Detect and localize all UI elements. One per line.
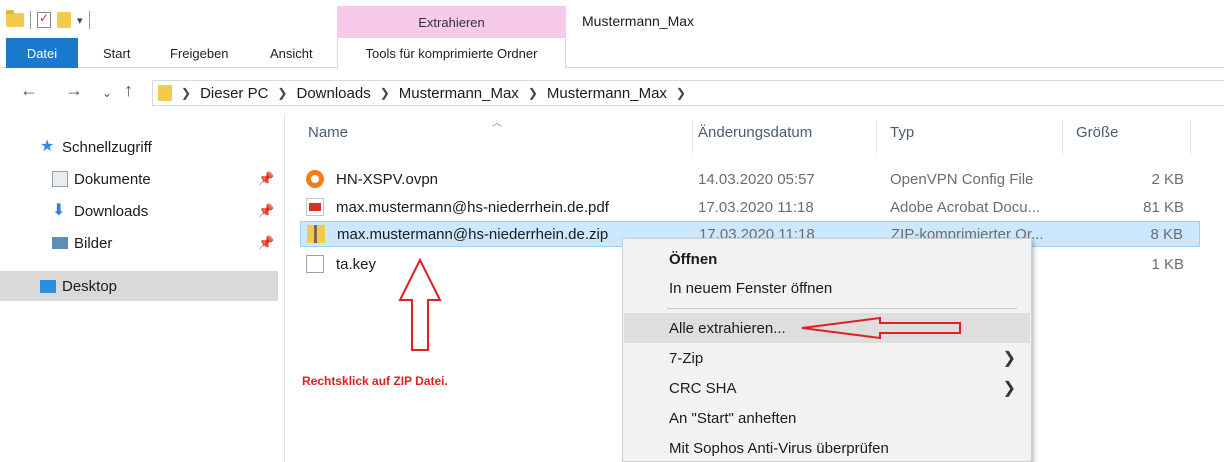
column-header-size[interactable]: Größe — [1076, 124, 1119, 141]
openvpn-icon — [306, 170, 324, 188]
file-size: 8 KB — [1150, 225, 1183, 243]
menu-separator — [667, 308, 1017, 309]
menu-item-label: In neuem Fenster öffnen — [669, 279, 833, 297]
file-name: HN-XSPV.ovpn — [336, 170, 438, 188]
breadcrumb-downloads[interactable]: Downloads — [296, 85, 370, 102]
sidebar-item-schnellzugriff[interactable]: ★ Schnellzugriff — [0, 132, 278, 162]
pdf-icon — [306, 198, 324, 216]
toolbar-divider — [30, 11, 31, 29]
pictures-icon — [52, 237, 68, 249]
file-date: 14.03.2020 05:57 — [698, 170, 815, 188]
menu-item-in-neuem-fenster[interactable]: In neuem Fenster öffnen — [624, 273, 1030, 303]
menu-item-crc-sha[interactable]: CRC SHA ❯ — [624, 373, 1030, 403]
file-size: 2 KB — [1151, 170, 1184, 188]
context-menu: Öffnen In neuem Fenster öffnen Alle extr… — [622, 238, 1032, 462]
column-divider[interactable] — [1062, 120, 1063, 154]
properties-icon[interactable] — [37, 11, 51, 28]
breadcrumb-dieser-pc[interactable]: Dieser PC — [200, 85, 268, 102]
customize-toolbar-icon[interactable]: ▾ — [77, 14, 83, 27]
breadcrumb-mustermann-max-current[interactable]: Mustermann_Max — [547, 85, 667, 102]
menu-item-an-start-anheften[interactable]: An "Start" anheften — [624, 403, 1030, 433]
window-title: Mustermann_Max — [582, 13, 695, 29]
annotation-arrow-left-icon — [801, 316, 961, 340]
sidebar-item-downloads[interactable]: ⬇ Downloads 📌 — [0, 196, 278, 226]
title-bar: ▾ Extrahieren Mustermann_Max — [0, 0, 1224, 38]
tab-freigeben[interactable]: Freigeben — [170, 38, 229, 68]
sidebar-item-label: Dokumente — [74, 170, 151, 188]
navigation-pane: ★ Schnellzugriff Dokumente 📌 ⬇ Downloads… — [0, 114, 285, 462]
chevron-right-icon[interactable]: ❯ — [676, 86, 686, 100]
chevron-right-icon[interactable]: ❯ — [181, 86, 191, 100]
annotation-text: Rechtsklick auf ZIP Datei. — [302, 374, 448, 388]
forward-arrow-icon[interactable]: → — [65, 80, 83, 100]
menu-item-label: Mit Sophos Anti-Virus überprüfen — [669, 439, 889, 457]
file-size: 81 KB — [1143, 198, 1184, 216]
breadcrumb-mustermann-max[interactable]: Mustermann_Max — [399, 85, 519, 102]
folder-icon — [158, 85, 172, 101]
sidebar-item-label: Downloads — [74, 202, 149, 220]
chevron-right-icon[interactable]: ❯ — [528, 86, 538, 100]
sidebar-item-dokumente[interactable]: Dokumente 📌 — [0, 164, 278, 194]
file-icon — [306, 255, 324, 273]
up-arrow-icon[interactable]: ↑ — [124, 80, 133, 100]
file-row[interactable]: HN-XSPV.ovpn 14.03.2020 05:57 OpenVPN Co… — [300, 166, 1200, 192]
menu-item-sophos-scan[interactable]: Mit Sophos Anti-Virus überprüfen — [624, 433, 1030, 462]
menu-item-oeffnen[interactable]: Öffnen — [624, 244, 1030, 274]
menu-item-label: Alle extrahieren... — [669, 319, 786, 337]
file-type: OpenVPN Config File — [890, 170, 1034, 188]
file-date: 17.03.2020 11:18 — [698, 198, 814, 216]
tab-tools-komprimierte-ordner[interactable]: Tools für komprimierte Ordner — [337, 38, 566, 69]
chevron-right-icon: ❯ — [1002, 350, 1016, 367]
pin-icon[interactable]: 📌 — [258, 235, 274, 251]
column-divider[interactable] — [692, 120, 693, 154]
ribbon-tabs: Datei Start Freigeben Ansicht Tools für … — [0, 38, 1224, 69]
menu-item-7zip[interactable]: 7-Zip ❯ — [624, 343, 1030, 373]
address-bar[interactable]: ❯ Dieser PC ❯ Downloads ❯ Mustermann_Max… — [152, 80, 1224, 106]
chevron-right-icon: ❯ — [1002, 380, 1016, 397]
context-tab-group-header: Extrahieren — [337, 6, 566, 38]
navigation-bar: ← → ⌄ ↑ ❯ Dieser PC ❯ Downloads ❯ Muster… — [0, 72, 1224, 110]
desktop-icon — [40, 279, 56, 293]
folder-icon — [6, 10, 24, 27]
column-header-type[interactable]: Typ — [890, 124, 914, 141]
menu-item-label: An "Start" anheften — [669, 409, 797, 427]
documents-icon — [52, 171, 68, 187]
column-divider[interactable] — [876, 120, 877, 154]
chevron-right-icon[interactable]: ❯ — [380, 86, 390, 100]
new-folder-icon[interactable] — [57, 12, 71, 28]
menu-item-label: Öffnen — [669, 250, 718, 268]
pin-icon[interactable]: 📌 — [258, 203, 274, 219]
annotation-arrow-up-icon — [398, 258, 442, 351]
sidebar-item-desktop[interactable]: Desktop — [0, 271, 278, 301]
file-size: 1 KB — [1151, 255, 1184, 273]
column-divider[interactable] — [1190, 120, 1191, 154]
star-icon: ★ — [40, 138, 55, 155]
menu-item-label: CRC SHA — [669, 379, 737, 397]
file-name: ta.key — [336, 255, 377, 273]
sidebar-item-label: Desktop — [62, 277, 118, 295]
toolbar-divider — [88, 11, 90, 29]
recent-locations-chevron-icon[interactable]: ⌄ — [102, 83, 112, 103]
sidebar-item-label: Bilder — [74, 234, 113, 252]
column-header-date[interactable]: Änderungsdatum — [698, 124, 812, 141]
file-row[interactable]: max.mustermann@hs-niederrhein.de.pdf 17.… — [300, 194, 1200, 220]
tab-start[interactable]: Start — [103, 38, 130, 68]
zip-folder-icon — [307, 225, 325, 243]
tab-ansicht[interactable]: Ansicht — [270, 38, 313, 68]
quick-access-toolbar: ▾ — [6, 8, 90, 32]
tab-datei[interactable]: Datei — [6, 38, 78, 68]
pin-icon[interactable]: 📌 — [258, 171, 274, 187]
column-header-name[interactable]: Name — [308, 124, 348, 141]
back-arrow-icon[interactable]: ← — [20, 80, 38, 100]
file-name: max.mustermann@hs-niederrhein.de.zip — [337, 225, 609, 243]
sidebar-item-bilder[interactable]: Bilder 📌 — [0, 228, 278, 258]
chevron-right-icon[interactable]: ❯ — [277, 86, 287, 100]
file-name: max.mustermann@hs-niederrhein.de.pdf — [336, 198, 609, 216]
sidebar-item-label: Schnellzugriff — [62, 138, 152, 156]
sort-ascending-icon: ︿ — [492, 118, 502, 129]
menu-item-label: 7-Zip — [669, 349, 704, 367]
file-type: Adobe Acrobat Docu... — [890, 198, 1041, 216]
download-icon: ⬇ — [52, 202, 66, 219]
